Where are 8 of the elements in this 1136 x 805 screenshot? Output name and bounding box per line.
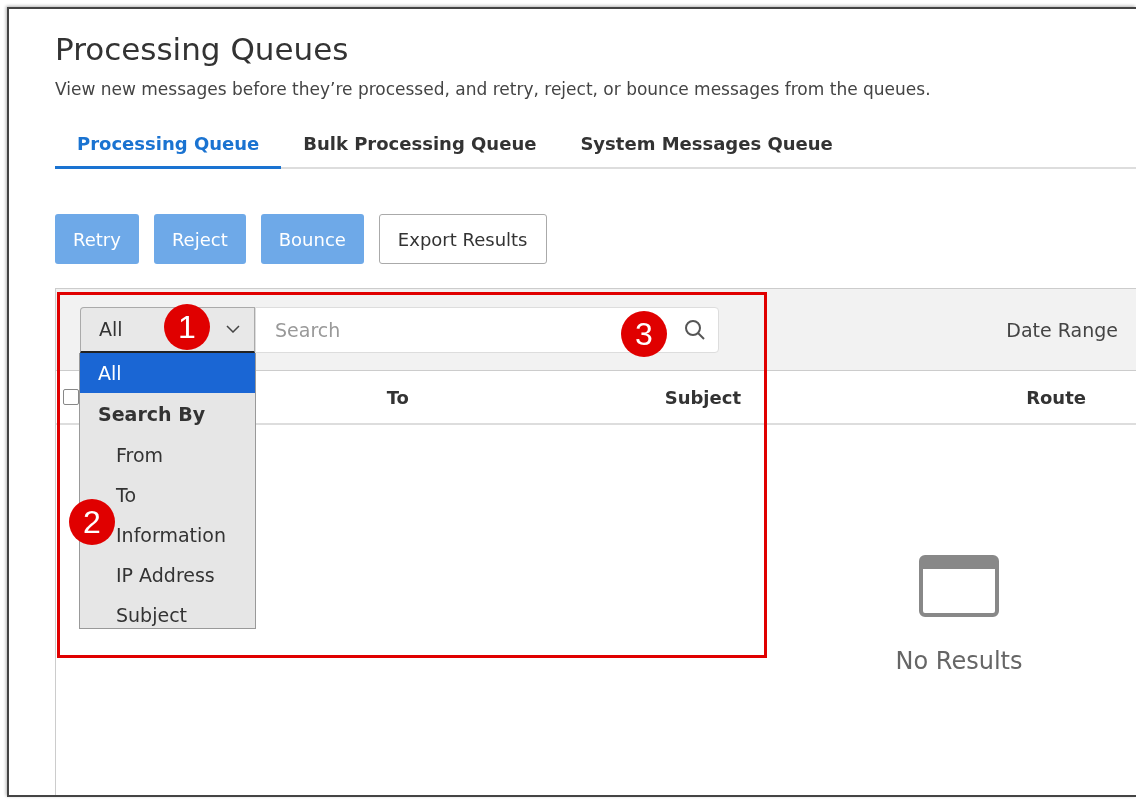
date-range-label: Date Range [1006,318,1118,341]
option-group-label: Search By [98,401,206,427]
column-header: To [385,386,409,408]
empty-message: No Results [895,647,1023,675]
column-header: Route [1025,386,1086,408]
page-description: View new messages before they’re processed, and retry, reject, or bounce messages from the queues. [55,79,932,99]
page-title: Processing Queues [55,31,350,67]
column-header: Subject [663,386,741,408]
